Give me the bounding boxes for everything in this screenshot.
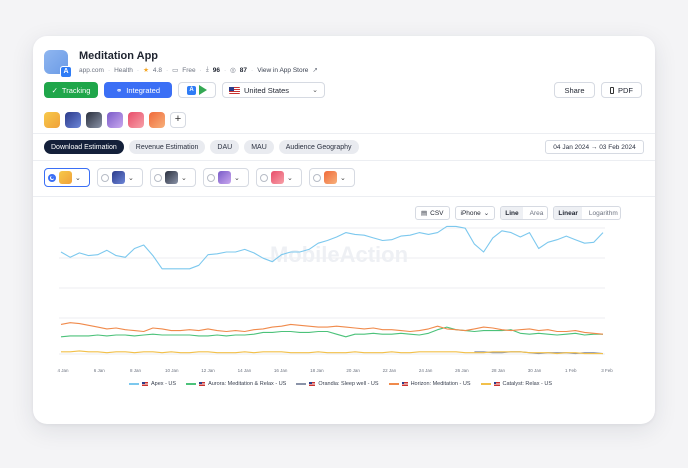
x-tick-label: 18 Jan	[310, 368, 324, 373]
chart-type-toggle: Line Area	[500, 206, 549, 220]
legend-item-catalyst[interactable]: Catalyst: Relax - US	[480, 381, 553, 387]
logarithm-toggle[interactable]: Logarithm	[585, 207, 620, 219]
us-flag-icon	[309, 382, 316, 386]
legend-item-orandia[interactable]: Orandia: Sleep well - US	[296, 381, 379, 387]
x-tick-label: 20 Jan	[346, 368, 360, 373]
x-tick-label: 16 Jan	[274, 368, 288, 373]
us-flag-icon	[142, 382, 148, 386]
x-tick-label: 4 Jan	[57, 368, 69, 373]
linear-toggle[interactable]: Linear	[554, 207, 582, 219]
legend-label: Orandia: Sleep well - US	[318, 381, 379, 387]
legend-label: Horizon: Meditation - US	[410, 381, 471, 387]
csv-label: CSV	[430, 209, 444, 217]
legend-item-aurora[interactable]: Aurora: Meditation & Relax - US	[186, 381, 286, 387]
x-tick-label: 30 Jan	[528, 368, 542, 373]
x-tick-label: 10 Jan	[165, 368, 179, 373]
x-tick-label: 22 Jan	[383, 368, 397, 373]
x-tick-label: 14 Jan	[238, 368, 252, 373]
x-tick-label: 6 Jan	[94, 368, 106, 373]
x-tick-label: 24 Jan	[419, 368, 433, 373]
legend-swatch	[186, 383, 197, 385]
series-line-aurora[interactable]	[60, 326, 603, 338]
x-tick-label: 1 Feb	[565, 368, 577, 373]
legend-swatch	[388, 383, 399, 385]
us-flag-icon	[401, 382, 408, 386]
legend-swatch	[480, 383, 491, 385]
x-tick-label: 26 Jan	[455, 368, 469, 373]
csv-file-icon: ▤	[421, 210, 428, 217]
series-line-catalyst[interactable]	[61, 350, 603, 355]
us-flag-icon	[199, 382, 206, 386]
x-tick-label: 28 Jan	[491, 368, 505, 373]
chevron-down-icon: ⌄	[483, 210, 490, 217]
device-label: iPhone	[460, 209, 481, 217]
legend-label: Catalyst: Relax - US	[502, 381, 553, 387]
scale-toggle: Linear Logarithm	[553, 206, 622, 220]
area-toggle[interactable]: Area	[526, 207, 548, 219]
app-card: A Meditation App app.com · Health · ★ 4.…	[33, 36, 655, 424]
legend-label: Apex - US	[151, 381, 177, 387]
chart-tools: ▤ CSV iPhone ⌄ Line Area Linear Logarith…	[415, 206, 622, 220]
legend-item-horizon[interactable]: Horizon: Meditation - US	[388, 381, 471, 387]
x-tick-label: 12 Jan	[201, 368, 215, 373]
x-tick-label: 3 Feb	[601, 368, 613, 373]
line-chart: MobileAction 4 Jan 6 Jan 8 Jan 10 Jan 12 Jan 1…	[57, 225, 613, 373]
x-tick-label: 8 Jan	[130, 368, 142, 373]
line-toggle[interactable]: Line	[501, 207, 523, 219]
legend-swatch	[129, 383, 139, 385]
us-flag-icon	[493, 382, 500, 386]
legend-label: Aurora: Meditation & Relax - US	[208, 381, 287, 387]
legend-swatch	[296, 383, 307, 385]
watermark: MobileAction	[270, 242, 408, 267]
device-select[interactable]: iPhone ⌄	[454, 206, 496, 220]
chart-legend: Apex - US Aurora: Meditation & Relax - US…	[129, 381, 552, 387]
legend-item-apex[interactable]: Apex - US	[129, 381, 176, 387]
csv-button[interactable]: ▤ CSV	[415, 206, 450, 220]
